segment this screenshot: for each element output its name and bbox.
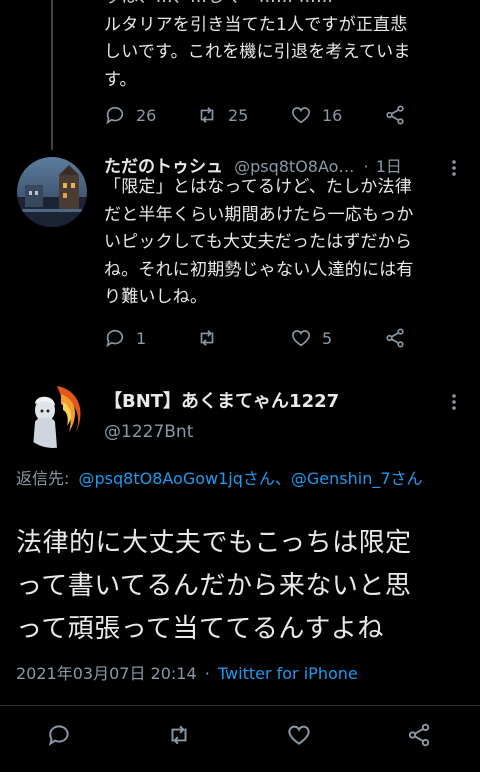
- reply-count: 26: [136, 105, 157, 125]
- like-count: 16: [322, 105, 343, 125]
- share-icon: [386, 328, 404, 348]
- tweet-top-line-2: しいです。これを機に引退を考えていま: [104, 42, 411, 62]
- like-button[interactable]: 5: [290, 323, 332, 353]
- retweet-button[interactable]: 25: [196, 100, 248, 130]
- retweet-button[interactable]: [196, 323, 228, 353]
- reply-icon: [106, 329, 124, 348]
- reply-count: 1: [136, 328, 147, 348]
- retweet-count: 25: [228, 105, 249, 125]
- more-button[interactable]: [444, 392, 464, 412]
- divider: [0, 705, 480, 706]
- reply-button[interactable]: [46, 722, 76, 752]
- main-handle[interactable]: @1227Bnt: [104, 422, 193, 442]
- tweet-top-line-3: す。: [104, 69, 137, 90]
- avatar-akumatyan[interactable]: [17, 376, 89, 448]
- like-icon: [291, 330, 311, 347]
- like-icon: [291, 107, 311, 124]
- main-line-2: って書いてるんだから来ないと思: [16, 571, 412, 601]
- reply-button[interactable]: 1: [104, 323, 146, 353]
- like-button[interactable]: 16: [290, 100, 342, 130]
- thread-line: [51, 0, 53, 150]
- timestamp: 2021年03月07日 20:14: [16, 664, 197, 683]
- more-icon: [452, 394, 456, 410]
- tweet-top-actions: 26 25 16: [104, 100, 414, 130]
- retweet-icon: [200, 330, 214, 346]
- like-icon: [288, 725, 310, 745]
- retweet-icon: [171, 725, 187, 745]
- reply-line-2: だと半年くらい期間あけたら一応もっか: [104, 204, 414, 225]
- like-count: 5: [322, 328, 333, 348]
- replying-to: 返信先: @psq8tO8AoGow1jqさん、@Genshin_7さん: [16, 467, 471, 491]
- replying-to-label: 返信先:: [16, 469, 70, 488]
- reply-line-5: り難いしね。: [104, 287, 208, 307]
- tweet-top-text: ッは、…、…しくー…… …… ルタリアを引き当てた1人ですが正直悲 しいです。こ…: [104, 0, 474, 94]
- client-link[interactable]: Twitter for iPhone: [218, 664, 358, 683]
- like-button[interactable]: [286, 722, 316, 752]
- reply-icon: [48, 725, 69, 746]
- reply-actions: 1 5: [104, 323, 414, 353]
- main-tweet-text: 法律的に大丈夫でもこっちは限定 って書いてるんだから来ないと思 って頑張って当て…: [16, 522, 471, 651]
- share-button[interactable]: [384, 100, 406, 130]
- share-icon: [386, 105, 404, 125]
- reply-line-4: ね。それに初期勢じゃない人達的には有: [104, 259, 414, 280]
- reply-button[interactable]: 26: [104, 100, 156, 130]
- reply-text: 「限定」とはなってるけど、たしか法律 だと半年くらい期間あけたら一応もっか いピ…: [104, 174, 474, 312]
- tweet-top-partial-line: ッは、…、…しくー…… ……: [104, 0, 474, 12]
- tweet-top-line-1: ルタリアを引き当てた1人ですが正直悲: [104, 14, 408, 35]
- reply-icon: [106, 106, 124, 125]
- timestamp-row: 2021年03月07日 20:14 · Twitter for iPhone: [16, 662, 358, 686]
- main-line-3: って頑張って当ててるんすよね: [16, 614, 384, 644]
- retweet-icon: [200, 107, 214, 123]
- reply-line-1: 「限定」とはなってるけど、たしか法律: [104, 177, 412, 197]
- main-tweet-actions: [0, 716, 480, 772]
- timestamp-separator: ·: [204, 664, 210, 683]
- share-button[interactable]: [384, 323, 406, 353]
- reply-line-3: いピックしても大丈夫だったはずだから: [104, 232, 413, 252]
- avatar-image: [17, 157, 87, 227]
- share-icon: [408, 723, 430, 747]
- main-display-name[interactable]: 【BNT】あくまてゃん1227: [104, 387, 339, 413]
- replying-to-accounts[interactable]: @psq8tO8AoGow1jqさん、@Genshin_7さん: [79, 469, 423, 488]
- retweet-button[interactable]: [166, 722, 196, 752]
- avatar-tadano-tushu[interactable]: [17, 157, 87, 227]
- main-line-1: 法律的に大丈夫でもこっちは限定: [16, 528, 412, 558]
- share-button[interactable]: [406, 722, 436, 752]
- avatar-image: [17, 376, 89, 448]
